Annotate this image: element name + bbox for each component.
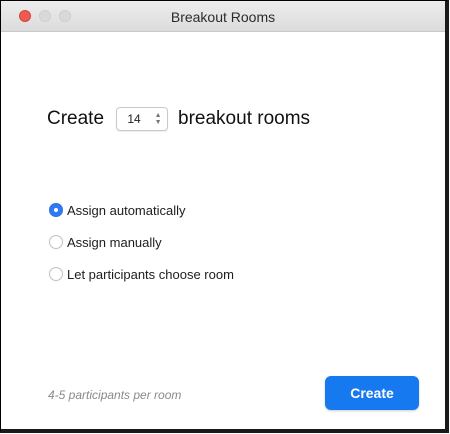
- option-assign-manually[interactable]: Assign manually: [49, 226, 234, 258]
- create-button[interactable]: Create: [325, 376, 419, 410]
- stepper-down-icon[interactable]: ▼: [155, 119, 162, 126]
- participants-per-room-note: 4-5 participants per room: [48, 388, 182, 402]
- option-let-participants-choose[interactable]: Let participants choose room: [49, 258, 234, 290]
- option-label: Assign automatically: [67, 202, 186, 218]
- option-label: Assign manually: [67, 234, 162, 250]
- create-prefix-label: Create: [47, 108, 105, 129]
- room-count-stepper[interactable]: 14 ▲ ▼: [116, 107, 169, 131]
- option-label: Let participants choose room: [67, 266, 234, 282]
- option-assign-automatically[interactable]: Assign automatically: [49, 194, 234, 226]
- create-suffix-label: breakout rooms: [178, 108, 311, 129]
- radio-unchecked-icon[interactable]: [49, 267, 63, 281]
- stepper-up-icon[interactable]: ▲: [155, 112, 162, 119]
- radio-unchecked-icon[interactable]: [49, 235, 63, 249]
- breakout-rooms-window: Breakout Rooms Create 14 ▲ ▼ breakout ro…: [0, 0, 449, 433]
- create-rooms-row: Create 14 ▲ ▼ breakout rooms: [47, 107, 310, 131]
- window-title: Breakout Rooms: [170, 9, 276, 25]
- radio-checked-icon[interactable]: [49, 203, 63, 217]
- title-bar: Breakout Rooms: [1, 1, 445, 32]
- room-count-value[interactable]: 14: [117, 112, 151, 126]
- stepper-arrows-icon[interactable]: ▲ ▼: [151, 112, 165, 126]
- assignment-options: Assign automatically Assign manually Let…: [49, 194, 234, 290]
- dialog-content: Create 14 ▲ ▼ breakout rooms Assign auto…: [1, 32, 445, 429]
